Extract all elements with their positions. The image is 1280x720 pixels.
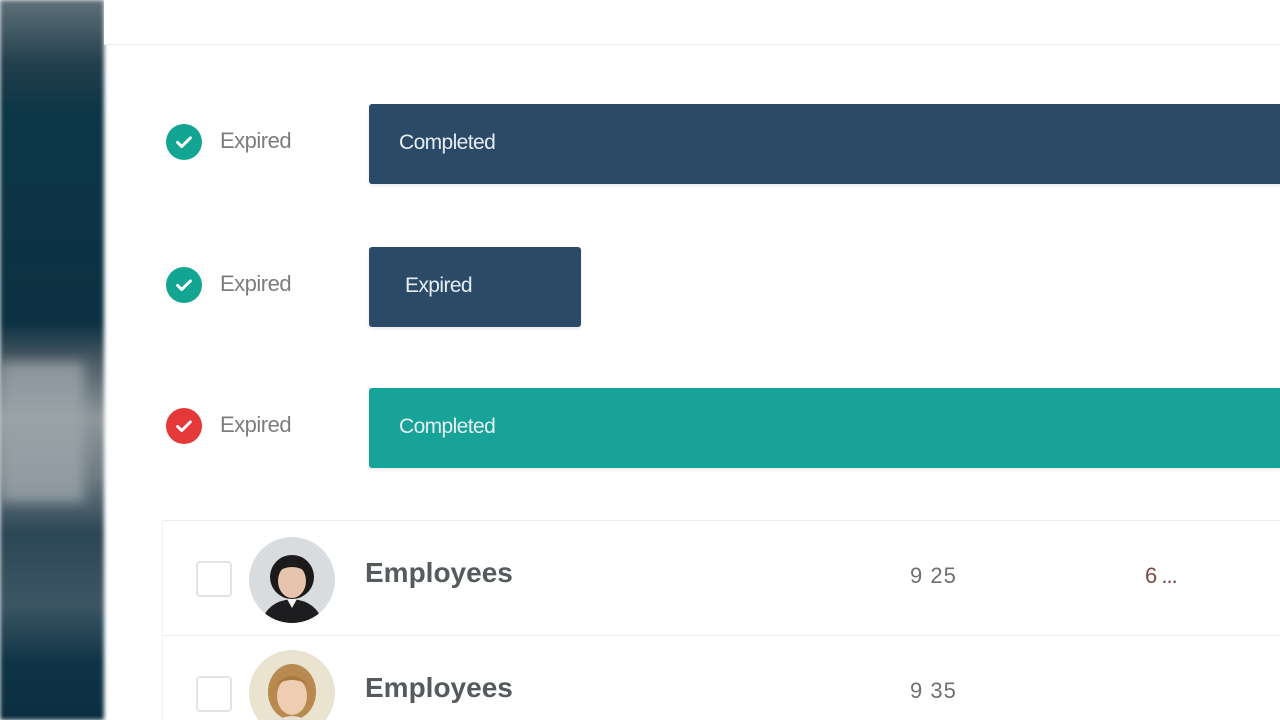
check-mark-icon [176, 420, 192, 433]
employee-table: Employees 9 25 6 ... Employees 9 35 [162, 520, 1280, 720]
progress-bar-label: Completed [399, 131, 496, 154]
sidebar-blurred-item [0, 362, 84, 502]
progress-bar[interactable]: Expired [369, 247, 1280, 327]
status-label: Expired [220, 128, 292, 153]
sidebar [0, 0, 104, 720]
employee-value: 9 35 [910, 678, 957, 703]
status-label: Expired [220, 412, 292, 437]
avatar [249, 650, 335, 720]
check-mark-icon [176, 136, 192, 149]
progress-bar-label: Completed [399, 415, 496, 438]
progress-bar[interactable]: Completed [369, 388, 1280, 468]
row-checkbox[interactable] [196, 676, 232, 712]
check-circle-icon [166, 124, 202, 160]
status-label: Expired [220, 271, 292, 296]
check-circle-icon [166, 267, 202, 303]
progress-bar[interactable]: Completed [369, 104, 1280, 184]
table-row[interactable]: Employees 9 35 [163, 636, 1280, 720]
row-checkbox[interactable] [196, 561, 232, 597]
top-bar [104, 0, 1280, 45]
employee-extra: 6 ... [1145, 563, 1178, 588]
employee-name: Employees [365, 557, 513, 588]
app-window: Expired Completed Expired Expired Expire… [0, 0, 1280, 720]
progress-bar-fill: Completed [369, 388, 1280, 468]
progress-bar-fill: Completed [369, 104, 1280, 184]
progress-bar-fill: Expired [369, 247, 582, 327]
employee-name: Employees [365, 672, 513, 703]
progress-row: Expired Completed [104, 104, 1280, 184]
progress-row: Expired Expired [104, 247, 1280, 327]
employee-value: 9 25 [910, 563, 957, 588]
check-circle-icon [166, 408, 202, 444]
table-row[interactable]: Employees 9 25 6 ... [163, 521, 1280, 636]
progress-bar-label: Expired [405, 274, 473, 297]
avatar [249, 537, 335, 623]
check-mark-icon [176, 279, 192, 292]
progress-row: Expired Completed [104, 388, 1280, 468]
